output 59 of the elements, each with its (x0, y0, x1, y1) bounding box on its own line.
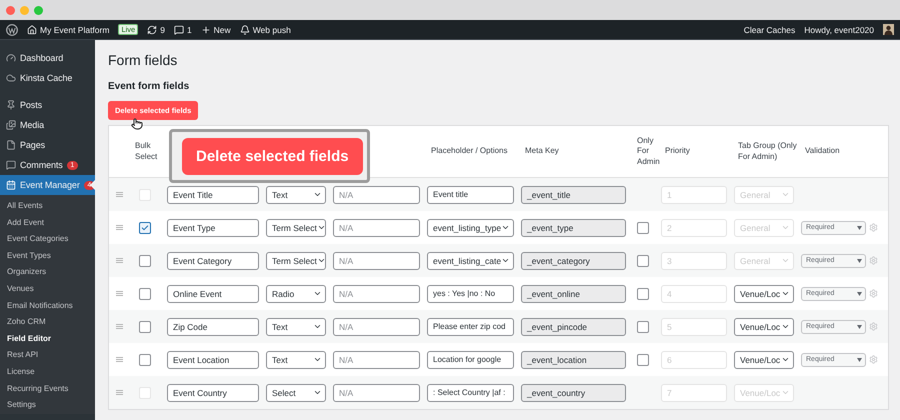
label-field[interactable]: Online Event (167, 284, 259, 302)
label-field[interactable]: Event Category (167, 252, 259, 270)
section-title: Event form fields (108, 81, 190, 92)
submenu-item[interactable]: All Events (0, 198, 95, 215)
column-header: Only For Admin (636, 136, 661, 168)
meta-key-field: _event_type (521, 218, 626, 236)
column-header: Priority (664, 146, 691, 157)
submenu-item[interactable]: Event Types (0, 248, 95, 264)
options-select[interactable]: event_listing_type (427, 218, 514, 236)
new-link[interactable]: New (214, 24, 231, 34)
meta-key-field: _event_category (521, 252, 626, 270)
options-field[interactable]: Please enter zip cod (427, 318, 514, 336)
page-title: Form fields (108, 52, 178, 68)
greeting-link[interactable]: Howdy, event2020 (804, 24, 874, 34)
label-field[interactable]: Zip Code (167, 318, 259, 336)
type-select[interactable]: Term Select (266, 252, 326, 270)
submenu-item[interactable]: Organizers (0, 264, 95, 281)
options-field[interactable]: Location for google (427, 350, 514, 368)
options-field[interactable]: yes : Yes |no : No (427, 284, 514, 302)
column-header: Meta Key (524, 146, 560, 157)
submenu-item[interactable]: Recurring Events (0, 380, 95, 398)
tab-group-select[interactable]: Venue/Loc (734, 284, 794, 302)
submenu-item[interactable]: Rest API (0, 347, 95, 364)
submenu-item[interactable]: License (0, 364, 95, 381)
clear-caches-link[interactable]: Clear Caches (744, 24, 796, 34)
label-field[interactable]: Event Location (167, 350, 259, 368)
column-header: Validation (804, 146, 841, 157)
site-link[interactable]: My Event Platform (40, 24, 110, 34)
column-header: Bulk Select (134, 141, 158, 162)
menu-item[interactable]: Posts (0, 95, 95, 115)
submenu-item[interactable]: Field Editor (0, 330, 95, 348)
submenu-item[interactable]: Zoho CRM (0, 314, 95, 331)
menu-item[interactable]: Pages (0, 135, 95, 155)
type-select[interactable]: Radio (266, 284, 326, 302)
type-select[interactable]: Term Select (266, 218, 326, 236)
meta-key-field: _event_country (521, 384, 626, 402)
menu-item[interactable]: Kinsta Cache (0, 68, 95, 88)
submenu-item[interactable]: Email Notifications (0, 298, 95, 314)
submenu-item[interactable]: Add Event (0, 214, 95, 232)
column-header: Placeholder / Options (430, 146, 508, 157)
column-header: Tab Group (Only For Admin) (737, 141, 798, 162)
tab-group-select[interactable]: Venue/Loc (734, 318, 794, 336)
options-select[interactable]: event_listing_cate (427, 252, 514, 270)
meta-key-field: _event_location (521, 350, 626, 368)
meta-key-field: _event_online (521, 284, 626, 302)
meta-key-field: _event_title (521, 186, 626, 204)
meta-key-field: _event_pincode (521, 318, 626, 336)
type-select[interactable]: Text (266, 350, 326, 368)
tab-group-select[interactable]: Venue/Loc (734, 350, 794, 368)
submenu-item[interactable]: Event Categories (0, 231, 95, 248)
menu-item[interactable]: Media (0, 115, 95, 135)
web-push-link[interactable]: Web push (252, 24, 291, 34)
submenu-item[interactable]: Settings (0, 397, 95, 414)
updates-count[interactable]: 9 (160, 24, 165, 34)
submenu-item[interactable]: Venues (0, 280, 95, 298)
menu-item[interactable]: Dashboard (0, 48, 95, 68)
comments-count[interactable]: 1 (186, 24, 192, 34)
type-select[interactable]: Text (266, 318, 326, 336)
label-field[interactable]: Event Type (167, 218, 259, 236)
